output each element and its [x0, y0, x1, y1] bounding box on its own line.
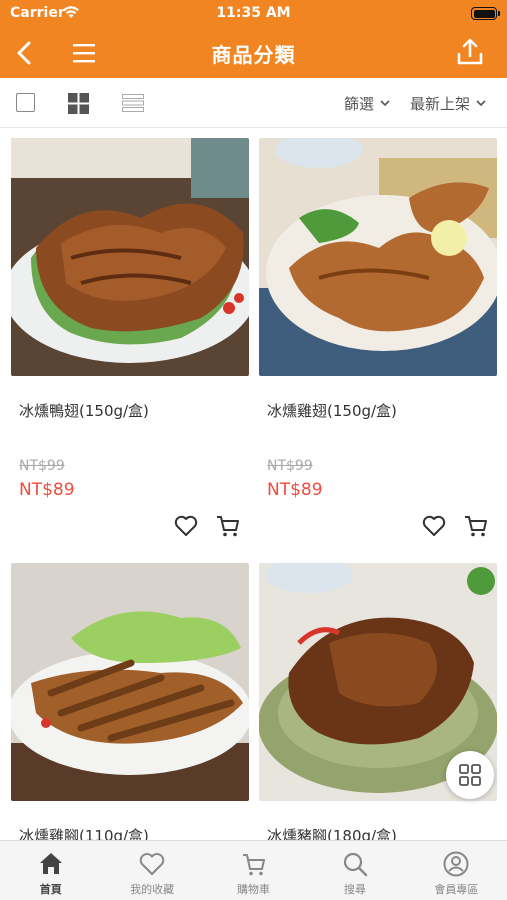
heart-icon — [139, 853, 165, 875]
product-card[interactable]: 冰燻雞腳(110g/盒) — [11, 563, 249, 840]
page-title: 商品分類 — [211, 43, 296, 67]
grid-icon — [459, 764, 481, 786]
product-card[interactable]: 冰燻雞翅(150g/盒) NT$99 NT$89 — [259, 138, 497, 558]
grid-view-icon[interactable] — [68, 93, 89, 114]
battery-icon — [471, 7, 500, 20]
product-image[interactable] — [11, 138, 249, 376]
filter-dropdown[interactable]: 篩選 — [344, 93, 390, 114]
sort-label: 最新上架 — [410, 95, 471, 113]
original-price: NT$99 — [267, 458, 313, 474]
chevron-down-icon — [476, 100, 486, 107]
share-icon[interactable] — [455, 37, 485, 67]
cart-icon — [242, 854, 265, 876]
product-card[interactable]: 冰燻鴨翅(150g/盒) NT$99 NT$89 — [11, 138, 249, 558]
tab-label: 首頁 — [39, 883, 62, 896]
view-toolbar: 篩選 最新上架 — [0, 78, 507, 128]
product-name: 冰燻雞翅(150g/盒) — [267, 402, 397, 420]
product-card[interactable]: 冰燻豬腳(180g/盒) — [259, 563, 497, 840]
favorite-heart-icon[interactable] — [421, 513, 447, 539]
product-image[interactable] — [11, 563, 249, 801]
search-icon — [343, 852, 368, 877]
chevron-down-icon — [380, 100, 390, 107]
category-grid-button[interactable] — [446, 751, 494, 799]
tab-label: 購物車 — [237, 883, 271, 896]
sale-price: NT$89 — [19, 480, 75, 500]
add-to-cart-icon[interactable] — [215, 513, 241, 539]
tab-cart[interactable]: 購物車 — [203, 841, 304, 900]
top-navigation-bar: 商品分類 — [0, 28, 507, 78]
app-screen: Carrier 11:35 AM 商品分類 篩選 最新上架 冰燻鴨翅(150g/… — [0, 0, 507, 900]
tab-search[interactable]: 搜尋 — [304, 841, 405, 900]
bottom-tab-bar: 首頁 我的收藏 購物車 搜尋 會員專區 — [0, 840, 507, 900]
product-name: 冰燻鴨翅(150g/盒) — [19, 402, 149, 420]
product-name: 冰燻豬腳(180g/盒) — [267, 827, 397, 840]
original-price: NT$99 — [19, 458, 65, 474]
sort-dropdown[interactable]: 最新上架 — [410, 93, 486, 114]
filter-label: 篩選 — [344, 95, 375, 113]
tab-label: 會員專區 — [434, 883, 479, 896]
product-image[interactable] — [259, 138, 497, 376]
status-bar: Carrier 11:35 AM — [0, 0, 507, 28]
tab-member[interactable]: 會員專區 — [406, 841, 507, 900]
home-icon — [39, 853, 62, 874]
tab-label: 搜尋 — [343, 883, 366, 896]
list-view-icon[interactable] — [122, 94, 144, 112]
product-grid: 冰燻鴨翅(150g/盒) NT$99 NT$89 冰燻雞翅(150g/盒) NT… — [0, 128, 507, 840]
add-to-cart-icon[interactable] — [463, 513, 489, 539]
tab-favorites[interactable]: 我的收藏 — [101, 841, 202, 900]
sale-price: NT$89 — [267, 480, 323, 500]
tab-home[interactable]: 首頁 — [0, 841, 101, 900]
user-icon — [443, 851, 469, 877]
favorite-heart-icon[interactable] — [173, 513, 199, 539]
select-all-checkbox[interactable] — [16, 93, 35, 112]
product-name: 冰燻雞腳(110g/盒) — [19, 827, 149, 840]
tab-label: 我的收藏 — [130, 883, 175, 896]
status-time: 11:35 AM — [216, 5, 291, 21]
